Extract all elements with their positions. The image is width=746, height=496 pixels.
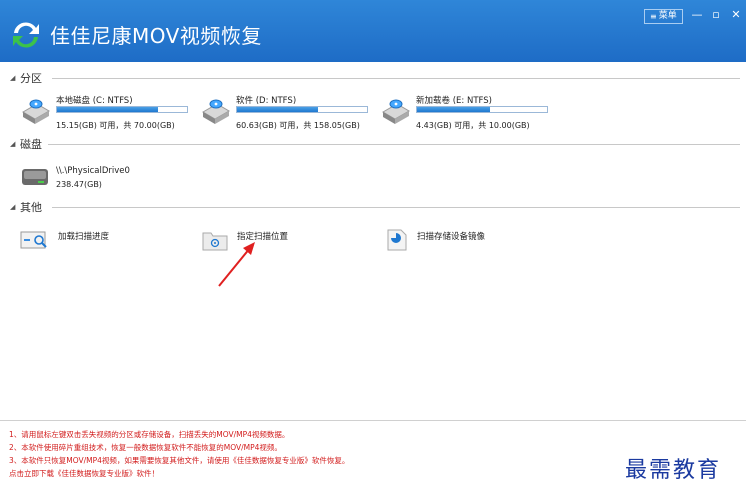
annotation-arrow-icon — [218, 242, 255, 287]
partition-name: 新加载卷 (E: NTFS) — [416, 96, 492, 106]
load-scan-progress-button[interactable]: 加载扫描进度 — [20, 228, 109, 254]
partition-size: 15.15(GB) 可用，共 70.00(GB) — [56, 121, 175, 130]
scan-device-image-button[interactable]: 扫描存储设备镜像 — [385, 228, 485, 254]
section-partitions[interactable]: ◢ 分区 — [10, 71, 48, 85]
tool-label: 加载扫描进度 — [58, 232, 110, 242]
usage-notes: 1、请用鼠标左键双击丢失视频的分区或存储设备，扫描丢失的MOV/MP4视频数据。… — [9, 428, 349, 480]
section-others[interactable]: ◢ 其他 — [10, 200, 48, 214]
load-progress-icon — [20, 231, 47, 249]
note-line: 3、本软件只恢复MOV/MP4视频，如果需要恢复其他文件，请使用《佳佳数据恢复专… — [9, 456, 350, 465]
usage-fill — [237, 107, 318, 112]
hard-drive-icon — [22, 99, 50, 124]
minimize-button[interactable]: — — [687, 6, 707, 24]
section-label: 磁盘 — [20, 138, 42, 151]
partition-name: 本地磁盘 (C: NTFS) — [56, 96, 133, 106]
disk-size: 238.47(GB) — [56, 180, 102, 189]
disk-drive-icon — [22, 169, 48, 185]
section-label: 其他 — [20, 201, 42, 214]
menu-icon: ≡ — [650, 12, 657, 21]
section-label: 分区 — [20, 72, 42, 85]
partition-size: 60.63(GB) 可用，共 158.05(GB) — [236, 121, 360, 130]
partition-d[interactable]: 软件 (D: NTFS) 60.63(GB) 可用，共 158.05(GB) — [200, 94, 370, 134]
usage-bar — [236, 106, 368, 113]
hard-drive-icon — [382, 99, 410, 124]
menu-label: 菜单 — [658, 11, 677, 21]
section-divider — [52, 78, 740, 79]
disk-name: \\.\PhysicalDrive0 — [56, 166, 130, 176]
collapse-triangle-icon: ◢ — [10, 74, 16, 82]
watermark-text: 最需教育 — [625, 458, 722, 483]
section-divider — [48, 144, 740, 145]
app-logo-icon — [13, 22, 39, 48]
usage-bar — [416, 106, 548, 113]
collapse-triangle-icon: ◢ — [10, 140, 16, 148]
title-bar: 佳佳尼康MOV视频恢复 ≡ 菜单 — ▫ ✕ — [0, 0, 746, 62]
partition-c[interactable]: 本地磁盘 (C: NTFS) 15.15(GB) 可用，共 70.00(GB) — [20, 94, 190, 134]
usage-fill — [57, 107, 159, 112]
footer-divider — [0, 420, 746, 421]
tool-label: 扫描存储设备镜像 — [417, 232, 486, 242]
partition-size: 4.43(GB) 可用，共 10.00(GB) — [416, 121, 530, 130]
download-link[interactable]: 点击立即下载《佳佳数据恢复专业版》软件！ — [9, 467, 349, 480]
close-button[interactable]: ✕ — [726, 6, 746, 24]
note-line: 2、本软件使用碎片重组技术，恢复一般数据恢复软件不能恢复的MOV/MP4视频。 — [9, 443, 282, 452]
section-disks[interactable]: ◢ 磁盘 — [10, 137, 48, 151]
note-line: 1、请用鼠标左键双击丢失视频的分区或存储设备，扫描丢失的MOV/MP4视频数据。 — [9, 430, 290, 439]
partition-e[interactable]: 新加载卷 (E: NTFS) 4.43(GB) 可用，共 10.00(GB) — [380, 94, 550, 134]
section-divider — [52, 207, 740, 208]
collapse-triangle-icon: ◢ — [10, 203, 16, 211]
app-title: 佳佳尼康MOV视频恢复 — [50, 24, 262, 48]
restore-button[interactable]: ▫ — [706, 6, 726, 24]
usage-bar — [56, 106, 188, 113]
partition-name: 软件 (D: NTFS) — [236, 96, 297, 106]
menu-button[interactable]: ≡ 菜单 — [644, 9, 683, 24]
usage-fill — [417, 107, 490, 112]
hard-drive-icon — [202, 99, 230, 124]
disk-image-icon — [387, 229, 407, 251]
